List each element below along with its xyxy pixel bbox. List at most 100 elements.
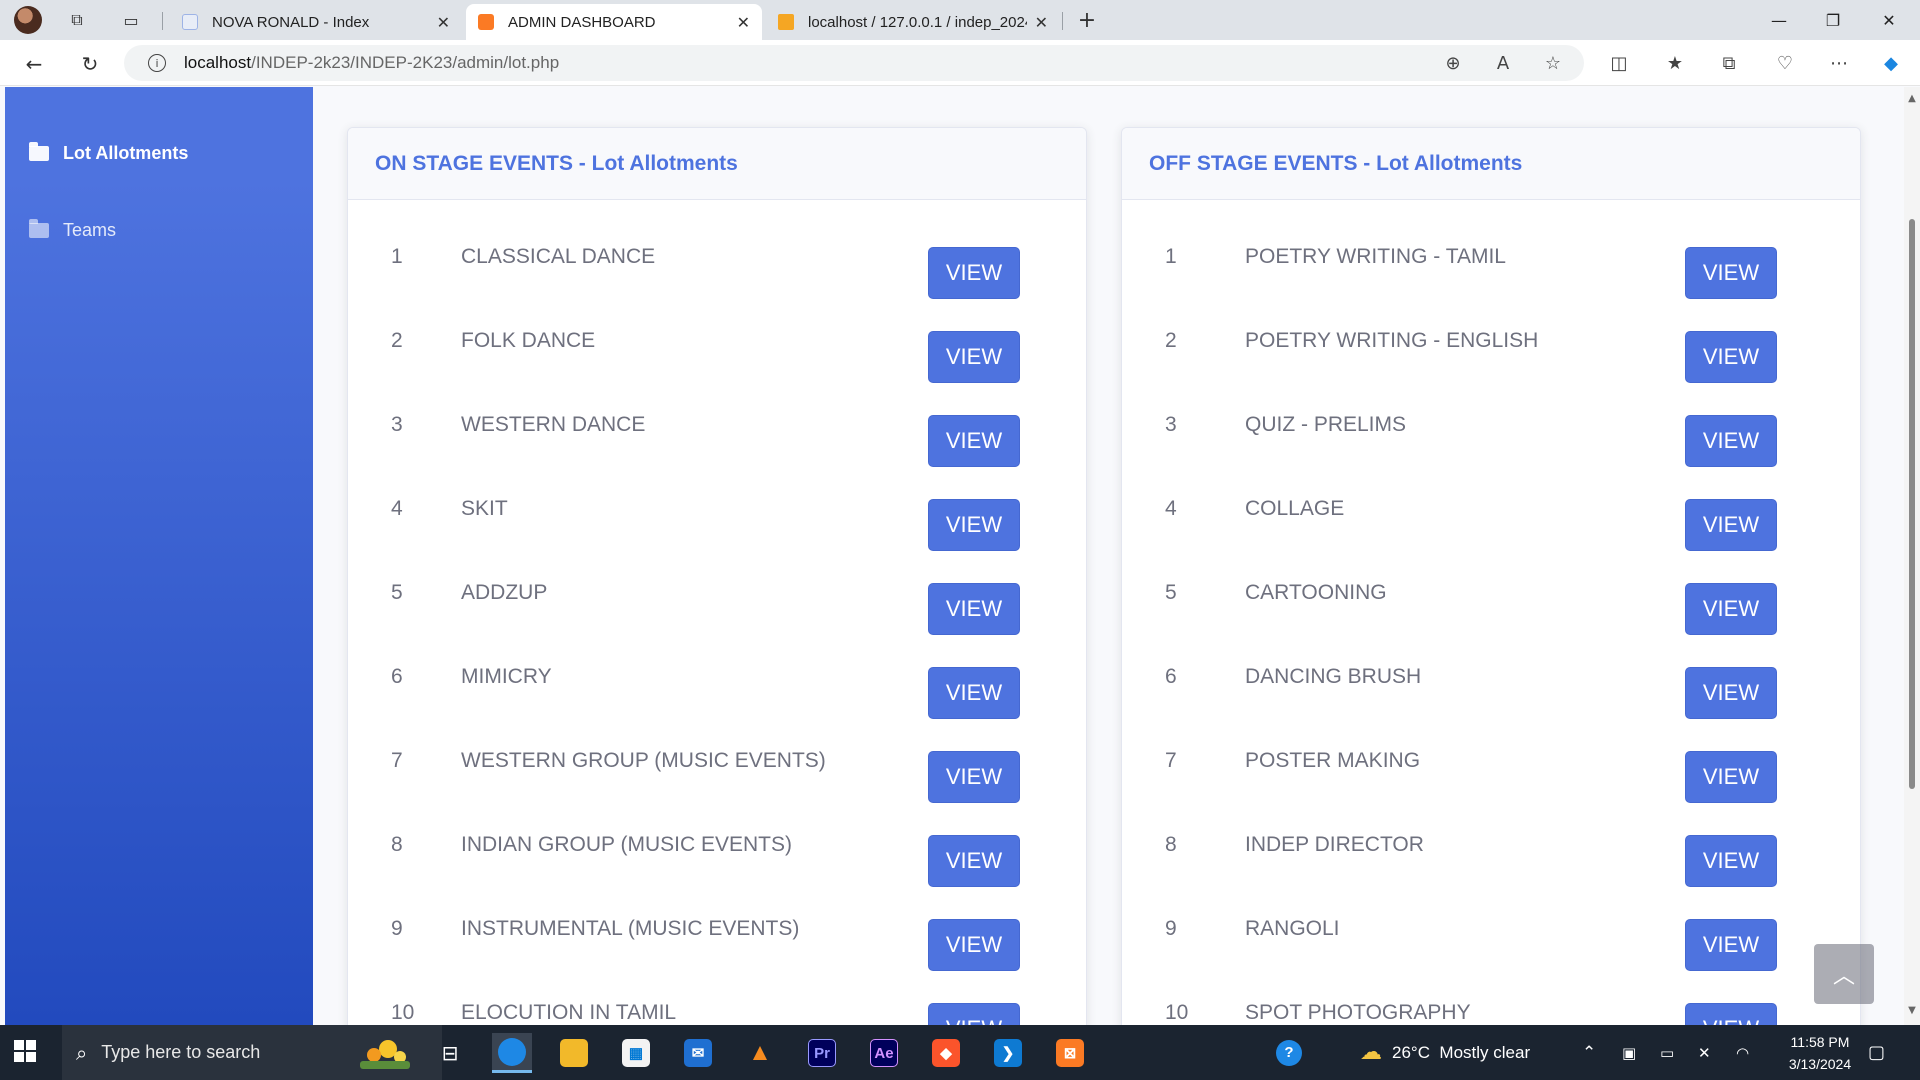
view-button[interactable]: VIEW: [928, 751, 1020, 803]
event-row: 6 MIMICRY VIEW: [348, 655, 1086, 739]
favorite-star-icon[interactable]: ☆: [1538, 48, 1568, 78]
xampp-taskbar-icon[interactable]: ⊠: [1050, 1033, 1090, 1073]
event-number: 1: [1165, 245, 1177, 268]
view-button[interactable]: VIEW: [928, 247, 1020, 299]
view-button[interactable]: VIEW: [1685, 415, 1777, 467]
vlc-icon[interactable]: ▲: [740, 1033, 780, 1073]
view-button[interactable]: VIEW: [1685, 919, 1777, 971]
wifi-icon[interactable]: ◠: [1736, 1025, 1749, 1080]
view-button[interactable]: VIEW: [928, 1003, 1020, 1025]
event-row: 5 ADDZUP VIEW: [348, 571, 1086, 655]
event-row: 3 WESTERN DANCE VIEW: [348, 403, 1086, 487]
scrollbar-thumb[interactable]: [1909, 219, 1915, 789]
view-button[interactable]: VIEW: [1685, 667, 1777, 719]
view-button[interactable]: VIEW: [928, 919, 1020, 971]
after-effects-icon[interactable]: Ae: [864, 1033, 904, 1073]
collections-icon[interactable]: ⧉: [1714, 48, 1744, 78]
weather-widget[interactable]: ☁ 26°C Mostly clear: [1360, 1025, 1530, 1080]
page-scrollbar[interactable]: ▲ ▼: [1904, 87, 1920, 1025]
copilot-icon[interactable]: ◆: [1876, 48, 1906, 78]
view-button[interactable]: VIEW: [1685, 583, 1777, 635]
zoom-icon[interactable]: ⊕: [1438, 48, 1468, 78]
taskbar-clock[interactable]: 11:58 PM 3/13/2024: [1770, 1031, 1870, 1075]
notifications-icon[interactable]: ▢: [1868, 1025, 1885, 1080]
view-button[interactable]: VIEW: [928, 331, 1020, 383]
show-hidden-icons-icon[interactable]: ⌃: [1582, 1025, 1596, 1080]
vscode-icon[interactable]: ❯: [988, 1033, 1028, 1073]
brave-browser-icon[interactable]: ◆: [926, 1033, 966, 1073]
more-menu-icon[interactable]: ⋯: [1824, 48, 1854, 78]
read-aloud-icon[interactable]: A: [1488, 48, 1518, 78]
view-button[interactable]: VIEW: [1685, 835, 1777, 887]
event-row: 3 QUIZ - PRELIMS VIEW: [1122, 403, 1860, 487]
close-window-icon[interactable]: ✕: [1866, 4, 1912, 36]
view-button[interactable]: VIEW: [928, 667, 1020, 719]
scroll-down-arrow-icon[interactable]: ▼: [1906, 1005, 1918, 1016]
sidebar-item-label: Lot Allotments: [63, 143, 189, 163]
tab-actions-icon[interactable]: ▭: [118, 7, 144, 33]
workspaces-icon[interactable]: ⧉: [64, 7, 90, 33]
event-row: 8 INDEP DIRECTOR VIEW: [1122, 823, 1860, 907]
restore-icon[interactable]: ❐: [1810, 4, 1856, 36]
close-tab-icon[interactable]: ✕: [1035, 13, 1048, 32]
scroll-to-top-button[interactable]: ︿: [1814, 944, 1874, 1004]
view-button[interactable]: VIEW: [928, 583, 1020, 635]
address-bar[interactable]: i localhost/INDEP-2k23/INDEP-2K23/admin/…: [124, 45, 1584, 81]
event-name: QUIZ - PRELIMS: [1245, 413, 1407, 436]
task-view-icon[interactable]: ⊟: [430, 1033, 470, 1073]
microsoft-store-icon[interactable]: ▦: [616, 1033, 656, 1073]
site-info-icon[interactable]: i: [148, 54, 166, 72]
event-name: SPOT PHOTOGRAPHY: [1245, 1001, 1471, 1024]
premiere-pro-icon[interactable]: Pr: [802, 1033, 842, 1073]
event-name: INDEP DIRECTOR: [1245, 833, 1424, 856]
view-button[interactable]: VIEW: [1685, 331, 1777, 383]
profile-avatar[interactable]: [14, 6, 42, 34]
new-tab-icon[interactable]: +: [1074, 7, 1100, 33]
split-screen-icon[interactable]: ◫: [1604, 48, 1634, 78]
view-button[interactable]: VIEW: [1685, 751, 1777, 803]
back-icon[interactable]: ←: [18, 48, 50, 80]
volume-muted-icon[interactable]: ✕: [1698, 1025, 1711, 1080]
help-icon[interactable]: ?: [1276, 1025, 1302, 1080]
minimize-icon[interactable]: —: [1756, 4, 1802, 36]
windows-start-icon[interactable]: [14, 1040, 36, 1062]
url-text[interactable]: localhost/INDEP-2k23/INDEP-2K23/admin/lo…: [184, 53, 559, 73]
view-button[interactable]: VIEW: [1685, 1003, 1777, 1025]
meet-now-icon[interactable]: ▣: [1622, 1025, 1636, 1080]
event-name: ADDZUP: [461, 581, 548, 604]
view-button[interactable]: VIEW: [928, 499, 1020, 551]
weather-text: 26°C Mostly clear: [1392, 1042, 1531, 1062]
favorites-icon[interactable]: ★: [1660, 48, 1690, 78]
view-button[interactable]: VIEW: [1685, 247, 1777, 299]
view-button[interactable]: VIEW: [928, 415, 1020, 467]
edge-taskbar-icon[interactable]: [492, 1033, 532, 1073]
file-explorer-icon[interactable]: [554, 1033, 594, 1073]
event-row: 9 RANGOLI VIEW: [1122, 907, 1860, 991]
sidebar-item-lot-allotments[interactable]: Lot Allotments: [29, 142, 189, 164]
scroll-up-arrow-icon[interactable]: ▲: [1906, 93, 1918, 104]
close-tab-icon[interactable]: ✕: [737, 13, 750, 32]
search-highlight-flowers-icon: [360, 1040, 410, 1069]
url-path: /INDEP-2k23/INDEP-2K23/admin/lot.php: [251, 53, 560, 72]
event-row: 7 POSTER MAKING VIEW: [1122, 739, 1860, 823]
tab-admin-dashboard[interactable]: ADMIN DASHBOARD ✕: [466, 4, 762, 40]
battery-icon[interactable]: ▭: [1660, 1025, 1674, 1080]
event-number: 6: [1165, 665, 1177, 688]
page-content: Lot Allotments Teams ON STAGE EVENTS - L…: [0, 87, 1904, 1025]
browser-essentials-icon[interactable]: ♡: [1770, 48, 1800, 78]
search-placeholder: Type here to search: [101, 1042, 261, 1062]
sidebar: Lot Allotments Teams: [5, 87, 313, 1025]
sidebar-item-teams[interactable]: Teams: [29, 219, 116, 241]
mail-icon[interactable]: ✉: [678, 1033, 718, 1073]
close-tab-icon[interactable]: ✕: [437, 13, 450, 32]
refresh-icon[interactable]: ↻: [74, 48, 106, 80]
event-number: 10: [391, 1001, 415, 1024]
tab-nova-ronald[interactable]: NOVA RONALD - Index ✕: [170, 4, 462, 40]
tab-phpmyadmin[interactable]: localhost / 127.0.0.1 / indep_2024 ✕: [766, 4, 1060, 40]
event-name: WESTERN GROUP (MUSIC EVENTS): [461, 749, 826, 772]
view-button[interactable]: VIEW: [928, 835, 1020, 887]
folder-icon: [29, 219, 49, 238]
view-button[interactable]: VIEW: [1685, 499, 1777, 551]
event-row: 8 INDIAN GROUP (MUSIC EVENTS) VIEW: [348, 823, 1086, 907]
card-title: ON STAGE EVENTS - Lot Allotments: [375, 151, 738, 175]
